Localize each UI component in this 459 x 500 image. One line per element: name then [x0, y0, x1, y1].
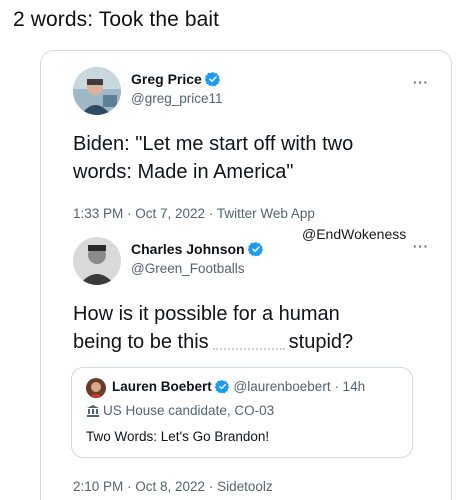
verified-badge-icon	[214, 379, 230, 397]
quoted-handle-time[interactable]: @laurenboebert · 14h	[234, 379, 366, 394]
tweet2-text-line2: being to be this stupid?	[73, 329, 353, 356]
quoted-author[interactable]: Lauren Boebert @laurenboebert · 14h	[112, 379, 365, 397]
tweet1-author-handle[interactable]: @greg_price11	[131, 91, 223, 106]
tweet1-author-name[interactable]: Greg Price	[131, 71, 221, 90]
tweet2-text-line1: How is it possible for a human	[73, 303, 340, 325]
lauren-boebert-avatar[interactable]	[86, 378, 106, 398]
tweet1-timestamp[interactable]: 1:33 PM · Oct 7, 2022 · Twitter Web App	[73, 206, 315, 221]
tweet1-name-text[interactable]: Greg Price	[131, 71, 202, 87]
quoted-author-name[interactable]: Lauren Boebert	[112, 379, 212, 394]
tweet2-author-handle[interactable]: @Green_Footballs	[131, 261, 245, 276]
verified-badge-icon	[204, 71, 221, 90]
verified-badge-icon	[247, 241, 264, 260]
quoted-account-label: US House candidate, CO-03	[86, 403, 274, 420]
quoted-tweet-text: Two Words: Let's Go Brandon!	[86, 429, 270, 444]
tweet-card[interactable]: Greg Price @greg_price11 ··· Biden: "Let…	[40, 50, 452, 500]
quoted-tweet[interactable]: Lauren Boebert @laurenboebert · 14h US H…	[71, 367, 413, 458]
charles-johnson-avatar[interactable]	[73, 237, 121, 285]
greg-price-avatar[interactable]	[73, 67, 121, 115]
tweet2-name-text[interactable]: Charles Johnson	[131, 241, 245, 257]
tweet1-text-line2: words: Made in America"	[73, 161, 294, 183]
more-options-icon[interactable]: ···	[413, 75, 429, 90]
tweet2-timestamp[interactable]: 2:10 PM · Oct 8, 2022 · Sidetoolz	[73, 479, 273, 494]
tweet2-text-line2-end: stupid?	[288, 331, 354, 353]
tweet1-text-line1: Biden: "Let me start off with two	[73, 133, 354, 155]
quoted-label-text: US House candidate, CO-03	[103, 403, 275, 418]
government-building-icon	[86, 404, 100, 420]
tweet2-text-line2-start: being to be this	[73, 331, 209, 353]
watermark: @EndWokeness	[302, 226, 407, 242]
more-options-icon[interactable]: ···	[413, 239, 429, 254]
post-caption: 2 words: Took the bait	[13, 8, 220, 31]
redaction-smudge	[212, 347, 285, 350]
tweet2-author-name[interactable]: Charles Johnson	[131, 241, 264, 260]
